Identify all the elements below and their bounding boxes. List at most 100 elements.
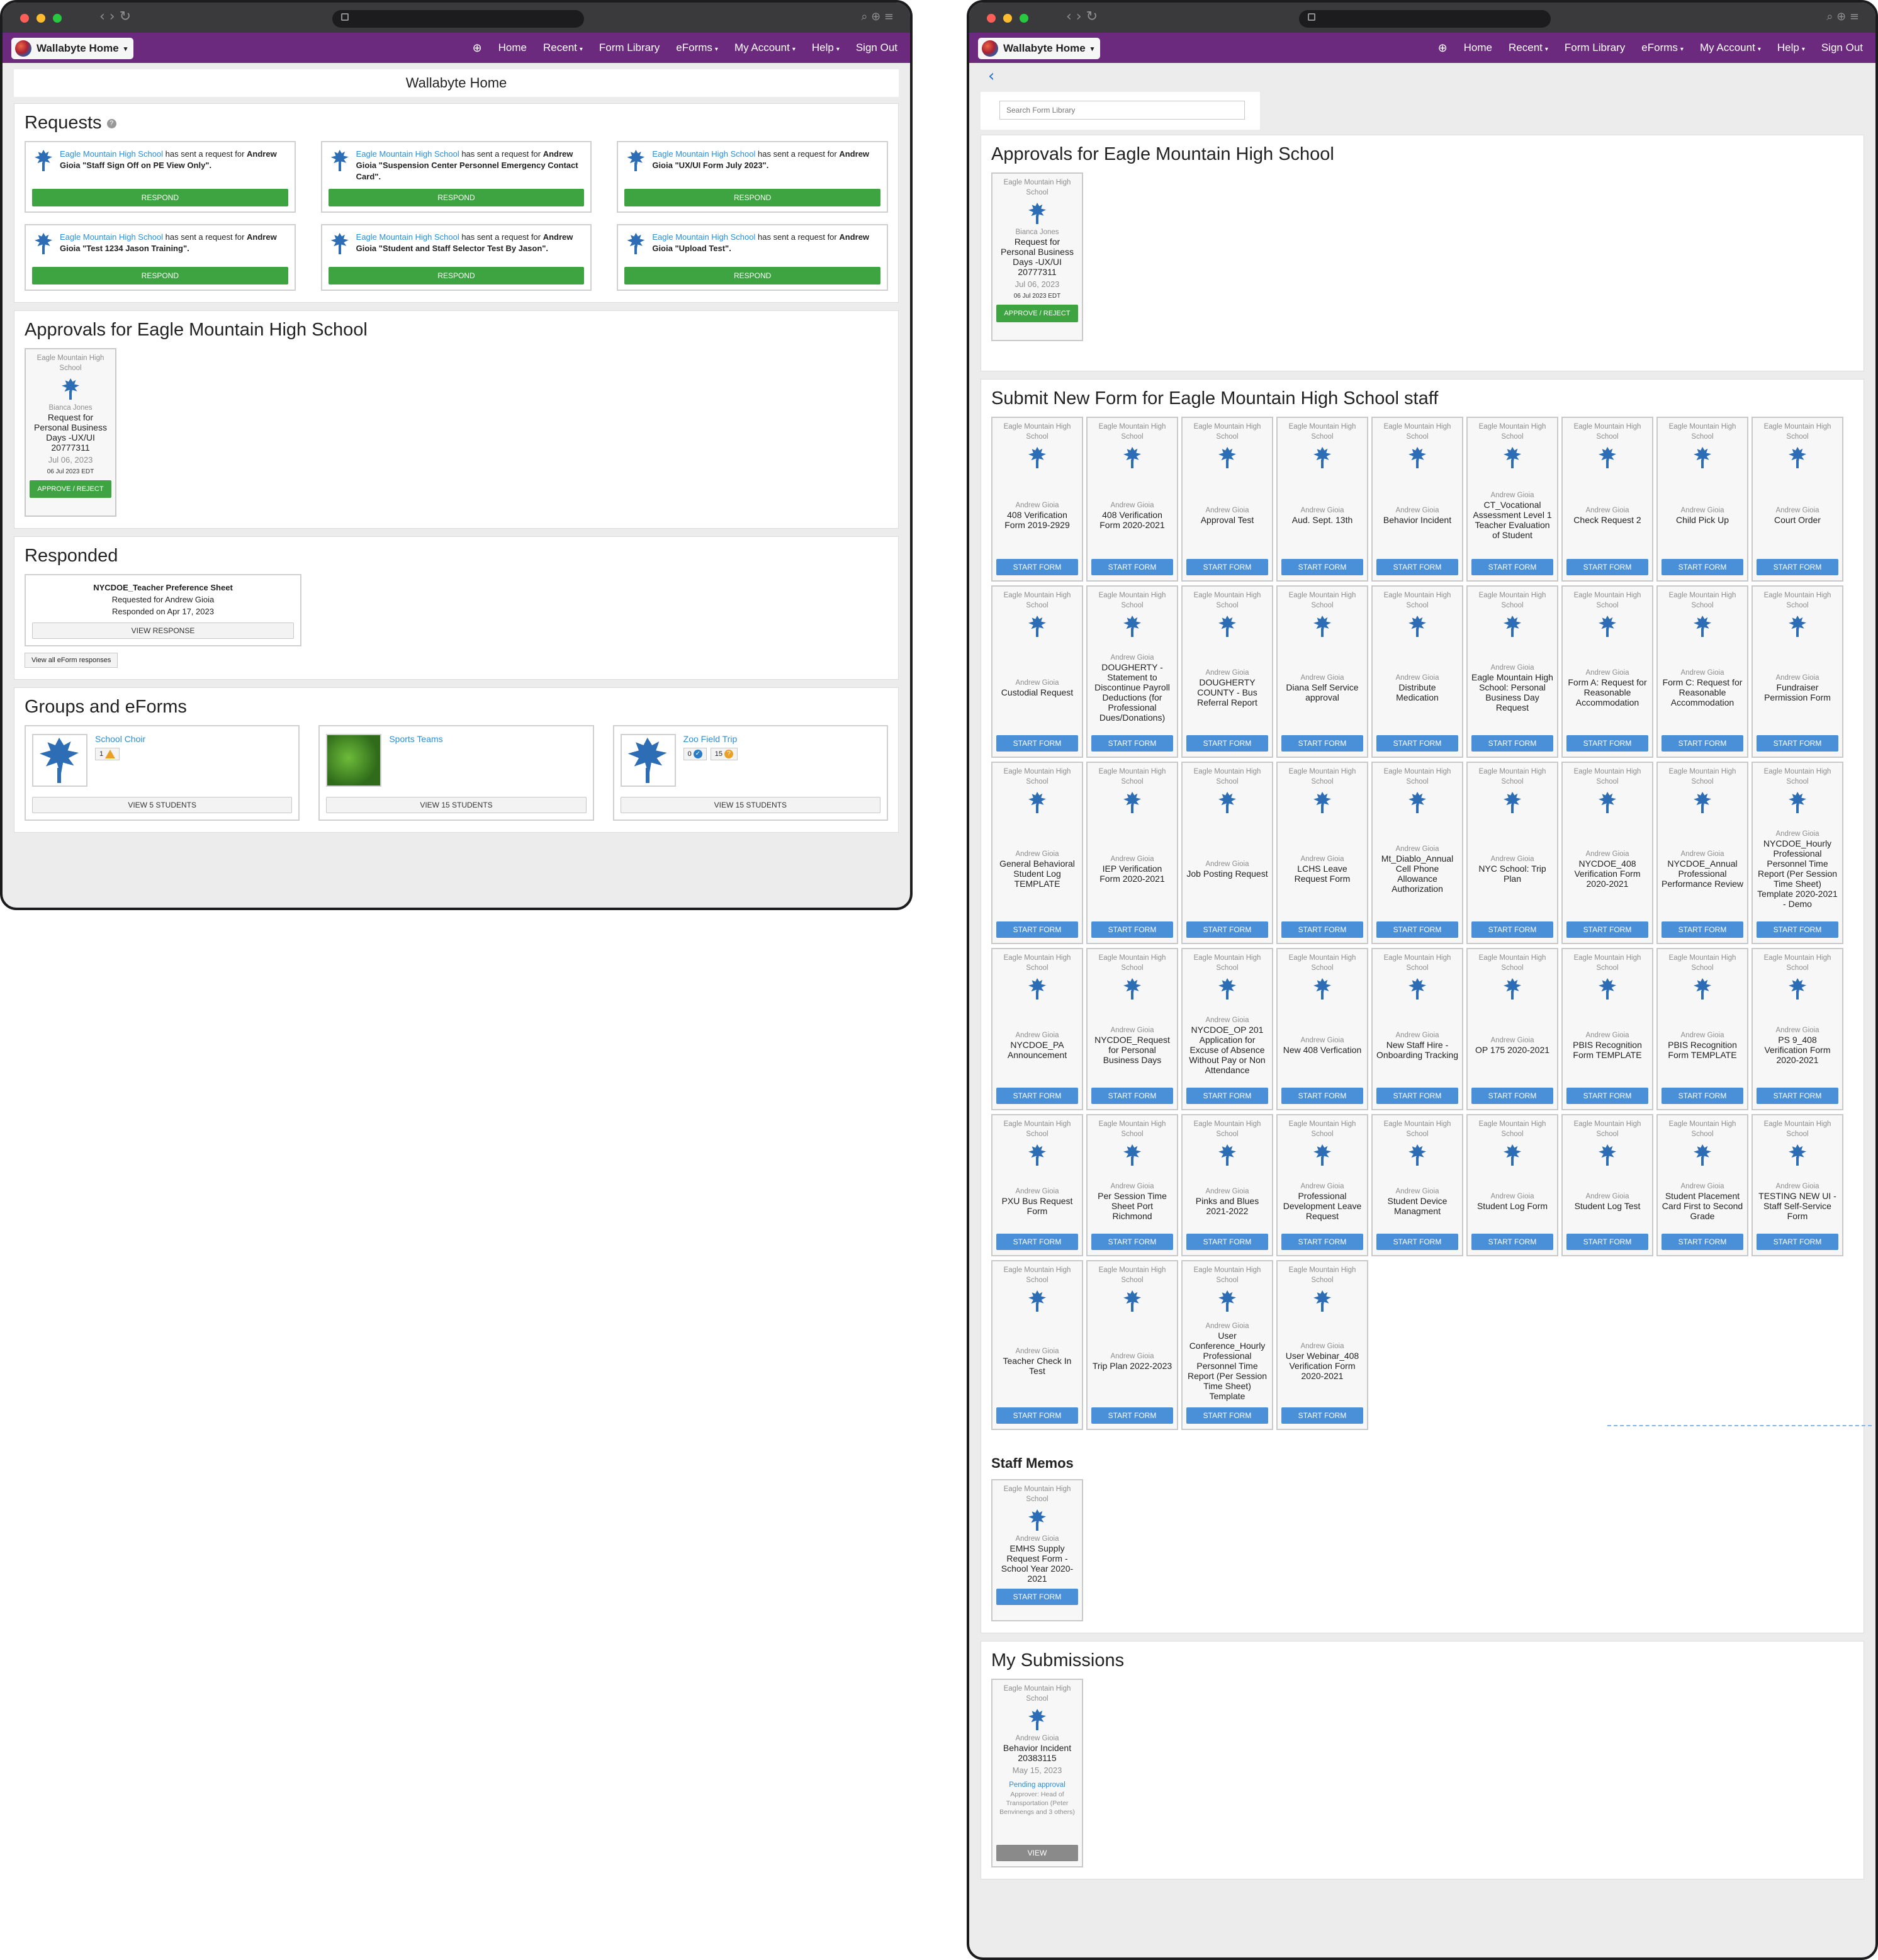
start-form-button[interactable]: START FORM xyxy=(996,1088,1078,1104)
start-form-button[interactable]: START FORM xyxy=(1471,921,1553,938)
nav-sign-out[interactable]: Sign Out xyxy=(1821,42,1863,54)
maximize-window-button[interactable] xyxy=(1020,14,1028,23)
form-tile[interactable]: Eagle Mountain High School Andrew Gioia Pe… xyxy=(1086,1114,1178,1256)
nav-eforms[interactable]: eForms ▾ xyxy=(1641,42,1684,54)
start-form-button[interactable]: START FORM xyxy=(1662,1088,1743,1104)
group-image[interactable] xyxy=(620,734,676,787)
globe-icon[interactable]: ⊕ xyxy=(1438,42,1448,55)
form-tile[interactable]: Eagle Mountain High School Andrew Gioia Ap… xyxy=(1181,417,1273,582)
nav-home[interactable]: Home xyxy=(1464,42,1492,54)
approval-tile[interactable]: Eagle Mountain High School Bianca Jones … xyxy=(25,348,116,517)
form-tile[interactable]: Eagle Mountain High School Andrew Gioia IE… xyxy=(1086,762,1178,944)
start-form-button[interactable]: START FORM xyxy=(1757,921,1838,938)
form-tile[interactable]: Eagle Mountain High School Andrew Gioia Pi… xyxy=(1181,1114,1273,1256)
start-form-button[interactable]: START FORM xyxy=(1281,921,1363,938)
start-form-button[interactable]: START FORM xyxy=(996,559,1078,575)
form-tile[interactable]: Eagle Mountain High School Andrew Gioia St… xyxy=(1466,1114,1558,1256)
start-form-button[interactable]: START FORM xyxy=(1566,921,1648,938)
form-tile[interactable]: Eagle Mountain High School Andrew Gioia Ge… xyxy=(991,762,1083,944)
form-tile[interactable]: Eagle Mountain High School Andrew Gioia 40… xyxy=(1086,417,1178,582)
respond-button[interactable]: RESPOND xyxy=(624,189,880,206)
start-form-button[interactable]: START FORM xyxy=(1186,735,1268,752)
respond-button[interactable]: RESPOND xyxy=(32,189,288,206)
form-tile[interactable]: Eagle Mountain High School Andrew Gioia Ch… xyxy=(1561,417,1653,582)
group-badge[interactable]: 0 ✓ xyxy=(683,748,707,760)
nav-recent[interactable]: Recent ▾ xyxy=(1509,42,1548,54)
view-students-button[interactable]: VIEW 5 STUDENTS xyxy=(32,797,293,813)
form-tile[interactable]: Eagle Mountain High School Andrew Gioia St… xyxy=(1371,1114,1463,1256)
brand-menu[interactable]: Wallabyte Home ▾ xyxy=(11,38,134,59)
form-tile[interactable]: Eagle Mountain High School Andrew Gioia NY… xyxy=(1561,762,1653,944)
request-school-link[interactable]: Eagle Mountain High School xyxy=(60,149,163,159)
form-tile[interactable]: Eagle Mountain High School Andrew Gioia Di… xyxy=(1371,585,1463,758)
start-form-button[interactable]: START FORM xyxy=(1471,735,1553,752)
request-school-link[interactable]: Eagle Mountain High School xyxy=(356,149,459,159)
group-name-link[interactable]: Zoo Field Trip xyxy=(683,734,738,744)
browser-nav-icons[interactable]: ‹ › ↻ xyxy=(1066,9,1098,25)
start-form-button[interactable]: START FORM xyxy=(1186,921,1268,938)
group-name-link[interactable]: Sports Teams xyxy=(389,734,442,744)
form-tile[interactable]: Eagle Mountain High School Andrew Gioia Di… xyxy=(1276,585,1368,758)
memo-tile[interactable]: Eagle Mountain High School Andrew Gioia … xyxy=(991,1479,1083,1621)
form-tile[interactable]: Eagle Mountain High School Andrew Gioia Be… xyxy=(1371,417,1463,582)
search-form-library-input[interactable] xyxy=(999,101,1245,120)
view-response-button[interactable]: VIEW RESPONSE xyxy=(32,622,294,639)
form-tile[interactable]: Eagle Mountain High School Andrew Gioia PB… xyxy=(1656,948,1748,1110)
close-window-button[interactable] xyxy=(987,14,996,23)
form-tile[interactable]: Eagle Mountain High School Andrew Gioia St… xyxy=(1656,1114,1748,1256)
respond-button[interactable]: RESPOND xyxy=(32,267,288,284)
form-tile[interactable]: Eagle Mountain High School Andrew Gioia LC… xyxy=(1276,762,1368,944)
approve-reject-button[interactable]: APPROVE / REJECT xyxy=(996,305,1078,322)
globe-icon[interactable]: ⊕ xyxy=(473,42,482,55)
nav-my-account[interactable]: My Account ▾ xyxy=(734,42,796,54)
start-form-button[interactable]: START FORM xyxy=(1757,1088,1838,1104)
respond-button[interactable]: RESPOND xyxy=(328,267,585,284)
start-form-button[interactable]: START FORM xyxy=(1186,1234,1268,1250)
address-bar[interactable] xyxy=(1299,10,1551,28)
start-form-button[interactable]: START FORM xyxy=(1566,559,1648,575)
approve-reject-button[interactable]: APPROVE / REJECT xyxy=(30,480,111,498)
group-badge[interactable]: 1 xyxy=(95,748,120,760)
group-image[interactable] xyxy=(326,734,382,787)
group-name-link[interactable]: School Choir xyxy=(95,734,145,744)
start-form-button[interactable]: START FORM xyxy=(1186,1088,1268,1104)
nav-help[interactable]: Help ▾ xyxy=(812,42,840,54)
form-tile[interactable]: Eagle Mountain High School Andrew Gioia NY… xyxy=(1751,762,1843,944)
back-chevron-icon[interactable]: ‹ xyxy=(981,67,1864,92)
view-students-button[interactable]: VIEW 15 STUDENTS xyxy=(326,797,587,813)
minimize-window-button[interactable] xyxy=(1003,14,1012,23)
start-form-button[interactable]: START FORM xyxy=(1376,559,1458,575)
start-form-button[interactable]: START FORM xyxy=(1091,1088,1173,1104)
start-form-button[interactable]: START FORM xyxy=(1091,1407,1173,1424)
form-tile[interactable]: Eagle Mountain High School Andrew Gioia TE… xyxy=(1751,1114,1843,1256)
submission-tile[interactable]: Eagle Mountain High School Andrew Gioia … xyxy=(991,1679,1083,1867)
nav-help[interactable]: Help ▾ xyxy=(1777,42,1805,54)
respond-button[interactable]: RESPOND xyxy=(328,189,585,206)
form-tile[interactable]: Eagle Mountain High School Andrew Gioia Te… xyxy=(991,1260,1083,1430)
nav-recent[interactable]: Recent ▾ xyxy=(543,42,583,54)
form-tile[interactable]: Eagle Mountain High School Andrew Gioia Au… xyxy=(1276,417,1368,582)
help-icon[interactable]: ? xyxy=(106,118,116,128)
start-form-button[interactable]: START FORM xyxy=(1662,921,1743,938)
start-form-button[interactable]: START FORM xyxy=(1566,735,1648,752)
start-form-button[interactable]: START FORM xyxy=(996,1407,1078,1424)
form-tile[interactable]: Eagle Mountain High School Andrew Gioia NY… xyxy=(1466,762,1558,944)
request-school-link[interactable]: Eagle Mountain High School xyxy=(60,232,163,242)
form-tile[interactable]: Eagle Mountain High School Andrew Gioia NY… xyxy=(1086,948,1178,1110)
start-form-button[interactable]: START FORM xyxy=(1186,559,1268,575)
nav-form-library[interactable]: Form Library xyxy=(599,42,660,54)
start-form-button[interactable]: START FORM xyxy=(1376,735,1458,752)
start-form-button[interactable]: START FORM xyxy=(1281,1088,1363,1104)
group-badge[interactable]: 15? xyxy=(710,748,738,760)
start-form-button[interactable]: START FORM xyxy=(996,1589,1078,1605)
form-tile[interactable]: Eagle Mountain High School Andrew Gioia NY… xyxy=(1656,762,1748,944)
request-school-link[interactable]: Eagle Mountain High School xyxy=(652,149,755,159)
view-submission-button[interactable]: VIEW xyxy=(996,1845,1078,1861)
request-school-link[interactable]: Eagle Mountain High School xyxy=(652,232,755,242)
form-tile[interactable]: Eagle Mountain High School Andrew Gioia DO… xyxy=(1086,585,1178,758)
request-school-link[interactable]: Eagle Mountain High School xyxy=(356,232,459,242)
form-tile[interactable]: Eagle Mountain High School Andrew Gioia Us… xyxy=(1181,1260,1273,1430)
minimize-window-button[interactable] xyxy=(37,14,45,23)
form-tile[interactable]: Eagle Mountain High School Andrew Gioia Ne… xyxy=(1371,948,1463,1110)
form-tile[interactable]: Eagle Mountain High School Andrew Gioia Tr… xyxy=(1086,1260,1178,1430)
